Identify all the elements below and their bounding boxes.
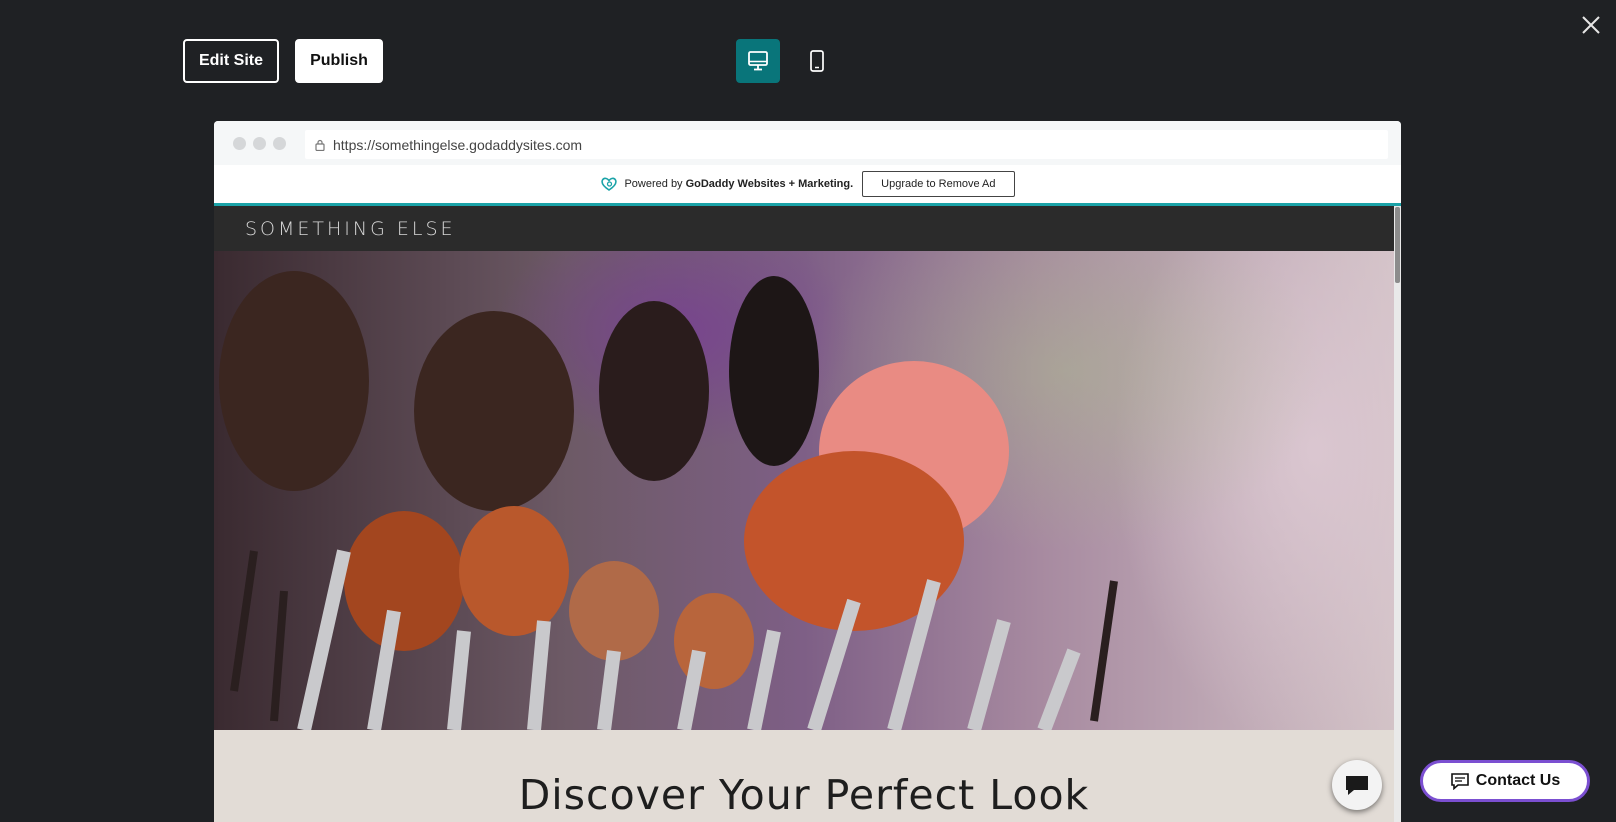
scrollbar-thumb[interactable] <box>1395 207 1400 283</box>
window-dot <box>273 137 286 150</box>
browser-chrome: https://somethingelse.godaddysites.com <box>214 121 1401 161</box>
publish-button[interactable]: Publish <box>295 39 383 83</box>
message-icon <box>1450 773 1469 790</box>
contact-us-button[interactable]: Contact Us <box>1420 760 1590 802</box>
godaddy-logo-icon <box>601 177 618 191</box>
url-text: https://somethingelse.godaddysites.com <box>333 136 583 153</box>
makeup-brushes-illustration <box>219 271 1118 733</box>
window-dot <box>253 137 266 150</box>
edit-site-button[interactable]: Edit Site <box>183 39 279 83</box>
site-preview-frame: https://somethingelse.godaddysites.com P… <box>214 121 1401 822</box>
close-icon[interactable] <box>1578 12 1604 38</box>
hero-heading: Discover Your Perfect Look <box>518 771 1090 819</box>
desktop-monitor-icon <box>748 51 768 71</box>
contact-us-label: Contact Us <box>1475 772 1561 789</box>
site-title[interactable]: SOMETHING ELSE <box>245 218 456 240</box>
ad-banner: Powered by GoDaddy Websites + Marketing.… <box>214 165 1401 206</box>
powered-by-text: Powered by <box>624 178 683 190</box>
chat-bubble-button[interactable] <box>1332 760 1382 810</box>
desktop-view-button[interactable] <box>736 39 780 83</box>
site-page: SOMETHING ELSE Discover Your Perfect Loo… <box>214 206 1394 822</box>
hero-image <box>214 251 1394 733</box>
window-dot <box>233 137 246 150</box>
chat-icon <box>1346 776 1368 795</box>
lock-icon <box>315 139 325 151</box>
mobile-phone-icon <box>810 50 824 72</box>
scrollbar-track[interactable] <box>1394 206 1401 822</box>
site-header: SOMETHING ELSE <box>214 206 1394 251</box>
mobile-view-button[interactable] <box>795 39 839 83</box>
upgrade-button[interactable]: Upgrade to Remove Ad <box>862 171 1015 197</box>
address-bar: https://somethingelse.godaddysites.com <box>305 130 1388 159</box>
godaddy-brand-text: GoDaddy Websites + Marketing. <box>685 178 854 190</box>
